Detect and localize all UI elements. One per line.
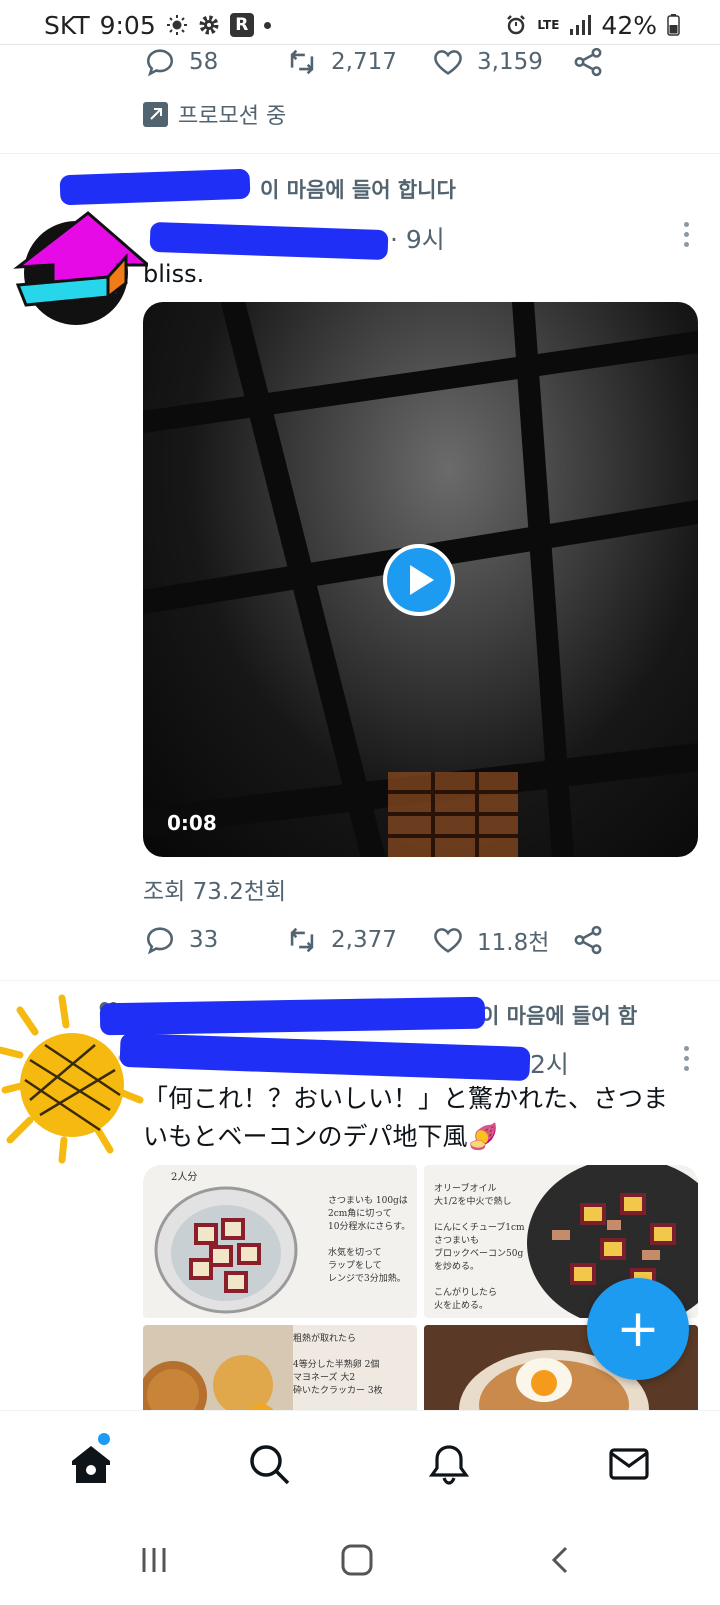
- photo-1[interactable]: 2人分 さつまいも 100gは 2cm角に切って 10分程水にさらす。 水気を切…: [143, 1165, 417, 1318]
- recent-apps-icon[interactable]: [139, 1545, 169, 1575]
- battery-percent: 42%: [601, 10, 657, 40]
- home-icon[interactable]: [68, 1441, 114, 1487]
- more-options-button[interactable]: [682, 1046, 690, 1071]
- reply-button[interactable]: 33: [143, 923, 285, 957]
- notifications-bell-icon[interactable]: [426, 1441, 472, 1487]
- retweet-icon: [290, 927, 314, 953]
- reply-button[interactable]: 58: [143, 45, 285, 79]
- heart-icon: [434, 928, 462, 953]
- reply-count: 33: [189, 927, 219, 953]
- signal-icon: [570, 15, 592, 35]
- messages-mail-icon[interactable]: [606, 1441, 652, 1487]
- redaction-scribble: [99, 996, 486, 1036]
- view-count: 조회 73.2천회: [143, 879, 287, 905]
- promoted-text: 프로모션 중: [178, 104, 287, 129]
- photo-3[interactable]: 粗熱が取れたら 4等分した半熟卵 2個 マヨネーズ 大2 砕いたクラッカー 3枚…: [143, 1325, 417, 1410]
- settings-gear-icon: [199, 15, 219, 35]
- tweet1-action-bar: 58 2,717 3,159: [143, 45, 605, 79]
- share-icon: [574, 925, 602, 955]
- plus-icon: +: [616, 1299, 660, 1359]
- avatar[interactable]: [8, 205, 148, 325]
- tweet-text: bliss.: [143, 260, 205, 288]
- brightness-icon: [166, 15, 187, 35]
- home-system-icon[interactable]: [340, 1543, 374, 1577]
- heart-icon: [434, 50, 462, 75]
- like-button[interactable]: 3,159: [431, 45, 571, 79]
- tweet-time: 2시: [530, 1050, 569, 1079]
- video-duration: 0:08: [167, 811, 217, 835]
- compose-tweet-button[interactable]: +: [587, 1278, 689, 1380]
- search-icon[interactable]: [246, 1441, 292, 1487]
- status-bar: SKT 9:05 R LTE 42%: [0, 0, 720, 50]
- photo-mix-illustration: [143, 1325, 293, 1410]
- redaction-scribble: [149, 221, 389, 261]
- redaction-scribble: [59, 168, 251, 206]
- like-count: 11.8천: [477, 930, 550, 956]
- retweet-count: 2,717: [331, 49, 397, 75]
- social-context-label: 이 마음에 들어 함: [480, 1004, 638, 1028]
- tweet-divider: [0, 153, 720, 154]
- redaction-scribble: [119, 1032, 531, 1082]
- alarm-icon: [507, 15, 526, 35]
- social-context-label: 이 마음에 들어 합니다: [260, 178, 456, 202]
- tweet-time: · 9시: [390, 225, 445, 254]
- more-options-button[interactable]: [682, 222, 690, 247]
- retweet-button[interactable]: 2,377: [285, 923, 431, 957]
- network-type: LTE: [537, 18, 560, 32]
- retweet-count: 2,377: [331, 927, 397, 953]
- home-unread-dot: [98, 1433, 110, 1445]
- reply-count: 58: [189, 49, 219, 75]
- system-navigation-bar: [0, 1515, 720, 1605]
- tweet-text: 「何これ！？おいしい！」と驚かれた、さつまいもとベーコンのデパ地下風🍠: [143, 1084, 669, 1151]
- reply-icon: [146, 927, 174, 955]
- tweet-divider: [0, 980, 720, 981]
- share-button[interactable]: [571, 45, 605, 79]
- avatar[interactable]: [0, 990, 150, 1165]
- photo-1-label: 2人分: [171, 1172, 198, 1183]
- video-player[interactable]: 0:08: [143, 302, 698, 857]
- promoted-arrow-icon: [143, 101, 168, 127]
- like-button[interactable]: 11.8천: [431, 923, 571, 957]
- reply-icon: [146, 49, 174, 77]
- photo-1-note: さつまいも 100gは 2cm角に切って 10分程水にさらす。 水気を切って ラ…: [328, 1196, 411, 1284]
- r-app-icon: R: [229, 13, 254, 37]
- play-button[interactable]: [383, 544, 455, 616]
- promoted-label: 프로모션 중: [143, 98, 286, 130]
- battery-icon: [667, 14, 680, 36]
- retweet-icon: [290, 49, 314, 75]
- share-button[interactable]: [571, 923, 605, 957]
- carrier-label: SKT: [44, 10, 90, 40]
- photo-2-note: オリーブオイル 大1/2を中火で熱し にんにくチューブ1cm さつまいも ブロッ…: [434, 1184, 525, 1311]
- share-icon: [574, 47, 602, 77]
- notification-dot-icon: [263, 21, 271, 29]
- back-icon[interactable]: [550, 1545, 570, 1575]
- play-icon: [410, 565, 434, 595]
- bottom-navigation: [0, 1410, 720, 1515]
- clock: 9:05: [99, 10, 156, 40]
- photo-bowl-illustration: [154, 1186, 298, 1314]
- retweet-button[interactable]: 2,717: [285, 45, 431, 79]
- like-count: 3,159: [477, 49, 543, 75]
- tweet2-action-bar: 33 2,377 11.8천: [143, 923, 605, 957]
- photo-3-note: 粗熱が取れたら 4等分した半熟卵 2個 マヨネーズ 大2 砕いたクラッカー 3枚…: [293, 1334, 383, 1396]
